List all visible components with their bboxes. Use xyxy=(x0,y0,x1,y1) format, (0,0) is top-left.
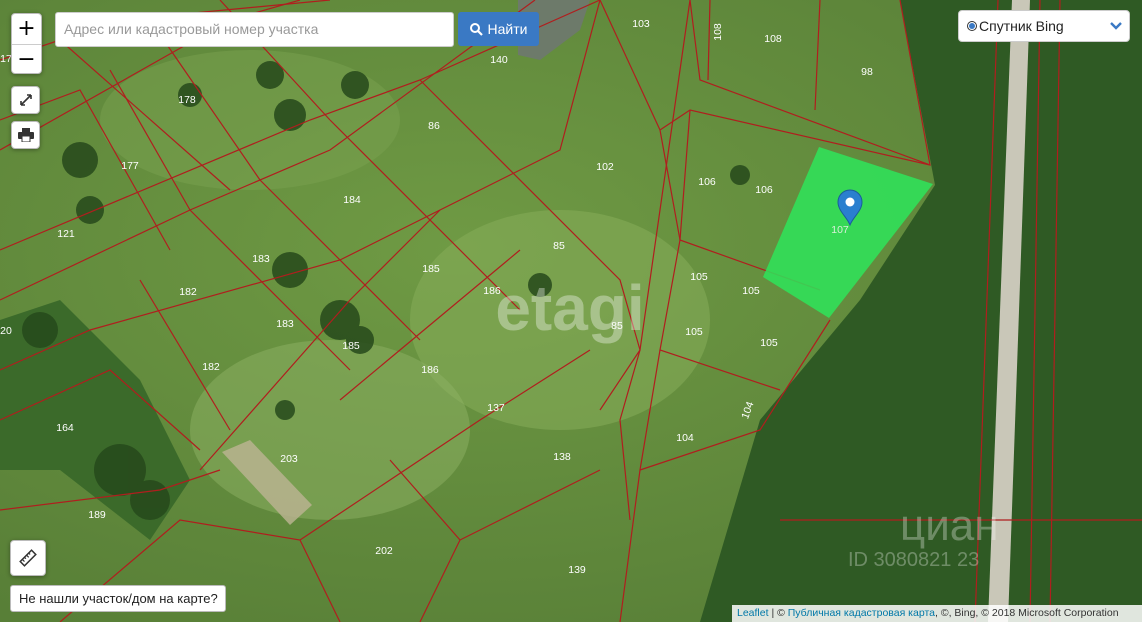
selected-parcel-number: 107 xyxy=(831,224,849,236)
parcel-number-label: 104 xyxy=(676,432,694,444)
parcel-number-label: 137 xyxy=(487,402,505,414)
parcel-number-label: 106 xyxy=(755,184,773,196)
zoom-in-button[interactable]: + xyxy=(12,14,41,45)
parcel-number-label: 183 xyxy=(252,253,270,265)
parcel-number-label: 102 xyxy=(596,161,614,173)
parcel-number-label: 185 xyxy=(342,340,360,352)
layer-select-label: Спутник Bing xyxy=(979,18,1064,34)
fullscreen-icon xyxy=(19,94,32,106)
parcel-number-label: 182 xyxy=(179,286,197,298)
print-icon xyxy=(17,128,34,142)
leaflet-link[interactable]: Leaflet xyxy=(737,607,769,619)
not-found-button[interactable]: Не нашли участок/дом на карте? xyxy=(10,585,226,612)
zoom-control: + − xyxy=(11,13,42,74)
find-button-label: Найти xyxy=(487,21,528,37)
parcel-number-label: 184 xyxy=(343,194,361,206)
layer-select[interactable]: Спутник Bing xyxy=(958,10,1130,42)
fullscreen-button[interactable] xyxy=(11,86,40,114)
parcel-number-label: 203 xyxy=(280,453,298,465)
parcel-number-label: 106 xyxy=(698,176,716,188)
parcel-number-label: 98 xyxy=(861,66,873,78)
parcel-number-label: 20 xyxy=(0,325,12,337)
parcel-number-label: 164 xyxy=(56,422,74,434)
watermark-etagi: etagi xyxy=(495,272,644,344)
parcel-number-label: 86 xyxy=(428,120,440,132)
parcel-number-label: 121 xyxy=(57,228,75,240)
attribution-separator: | © xyxy=(768,607,788,619)
parcel-number-label: 177 xyxy=(121,160,139,172)
search-icon xyxy=(469,22,483,36)
parcel-number-label: 138 xyxy=(553,451,571,463)
parcel-number-label: 108 xyxy=(764,33,782,45)
attribution-rest: , ©, Bing, © 2018 Microsoft Corporation xyxy=(935,607,1119,619)
parcel-number-label: 139 xyxy=(568,564,586,576)
parcel-number-label: 189 xyxy=(88,509,106,521)
parcel-number-label: 202 xyxy=(375,545,393,557)
parcel-number-label: 186 xyxy=(421,364,439,376)
parcel-number-label: 183 xyxy=(276,318,294,330)
pkk-link[interactable]: Публичная кадастровая карта xyxy=(788,607,935,619)
radio-selected-icon xyxy=(967,21,977,31)
zoom-out-button[interactable]: − xyxy=(12,45,41,73)
parcel-number-label: 105 xyxy=(690,271,708,283)
search-input[interactable]: Адрес или кадастровый номер участка xyxy=(55,12,454,47)
measure-button[interactable] xyxy=(10,540,46,576)
parcel-number-label: 103 xyxy=(632,18,650,30)
parcel-number-label: 105 xyxy=(760,337,778,349)
satellite-map[interactable]: 103 108 108 98 140 178 86 102 177 106 106 184 121 85 1… xyxy=(0,0,1142,622)
parcel-number-label: 178 xyxy=(178,94,196,106)
map-attribution: Leaflet | © Публичная кадастровая карта,… xyxy=(732,605,1142,622)
find-button[interactable]: Найти xyxy=(458,12,539,46)
print-button[interactable] xyxy=(11,121,40,149)
parcel-number-label: 182 xyxy=(202,361,220,373)
watermark-cian: циан xyxy=(900,501,999,550)
parcel-number-label: 105 xyxy=(742,285,760,297)
watermark-cian-id: ID 3080821 23 xyxy=(848,549,979,571)
parcel-number-label: 140 xyxy=(490,54,508,66)
parcel-number-label: 108 xyxy=(712,23,724,41)
parcel-number-label: 185 xyxy=(422,263,440,275)
parcel-number-label: 105 xyxy=(685,326,703,338)
chevron-down-icon xyxy=(1110,22,1122,30)
ruler-icon xyxy=(19,549,37,567)
parcel-number-label: 85 xyxy=(553,240,565,252)
